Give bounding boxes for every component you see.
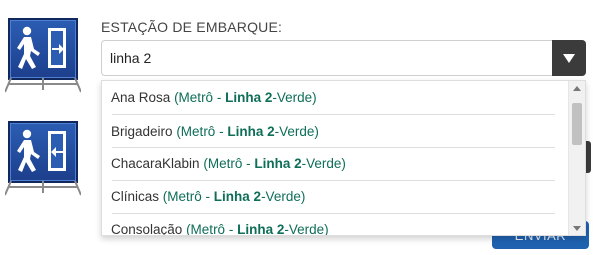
list-item[interactable]: Clínicas (Metrô - Linha 2-Verde) — [102, 180, 562, 213]
station-name: Clínicas — [111, 189, 160, 204]
station-name: Consolação — [111, 222, 183, 236]
station-line-info: (Metrô - Linha 2-Verde) — [176, 124, 319, 139]
sign-stand — [5, 78, 81, 93]
station-line-info: (Metrô - Linha 2-Verde) — [162, 189, 306, 204]
scroll-down-arrow-icon[interactable] — [569, 221, 585, 235]
boarding-station-combobox[interactable] — [101, 40, 586, 76]
station-line-info: (Metrô - Linha 2-Verde) — [174, 90, 317, 105]
list-item[interactable]: Ana Rosa (Metrô - Linha 2-Verde) — [102, 81, 562, 114]
exit-sign-arrow-left-icon — [17, 129, 66, 172]
station-name: ChacaraKlabin — [111, 156, 200, 171]
station-results-list: Ana Rosa (Metrô - Linha 2-Verde) Brigade… — [101, 80, 586, 236]
station-name: Brigadeiro — [111, 124, 173, 139]
station-name: Ana Rosa — [111, 90, 171, 105]
list-item[interactable]: ChacaraKlabin (Metrô - Linha 2-Verde) — [102, 147, 562, 180]
dropdown-toggle-button[interactable] — [552, 40, 586, 76]
results-scrollbar[interactable] — [568, 81, 585, 235]
station-line-info: (Metrô - Linha 2-Verde) — [186, 222, 329, 236]
scroll-up-arrow-icon[interactable] — [569, 81, 585, 95]
scrollbar-thumb[interactable] — [572, 103, 582, 145]
alighting-dropdown-toggle-edge[interactable] — [586, 141, 591, 173]
sign-board — [8, 18, 78, 80]
boarding-station-sign — [5, 18, 81, 102]
station-line-info: (Metrô - Linha 2-Verde) — [203, 156, 346, 171]
alighting-station-sign — [5, 121, 81, 205]
caret-down-icon — [563, 53, 575, 63]
exit-sign-arrow-right-icon — [17, 26, 66, 69]
list-item[interactable]: Consolação (Metrô - Linha 2-Verde) — [102, 213, 562, 236]
list-item[interactable]: Brigadeiro (Metrô - Linha 2-Verde) — [102, 115, 562, 148]
boarding-station-label: ESTAÇÃO DE EMBARQUE: — [101, 19, 283, 35]
sign-stand — [5, 181, 81, 196]
station-search-input[interactable] — [102, 41, 552, 75]
sign-board — [8, 121, 78, 183]
